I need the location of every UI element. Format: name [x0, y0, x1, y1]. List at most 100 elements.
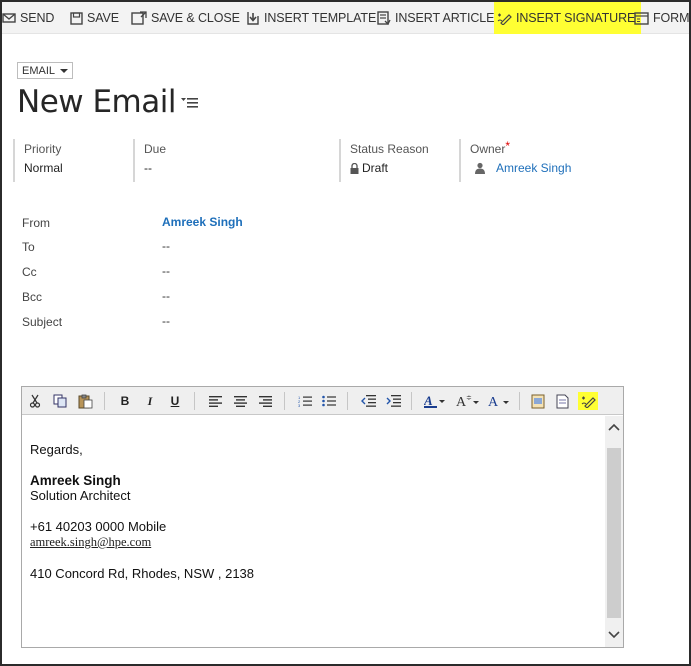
- editor-toolbar: B I U 123 A A ≑ A: [22, 387, 623, 415]
- copy-button[interactable]: [52, 392, 68, 410]
- align-right-button[interactable]: [258, 392, 272, 410]
- insert-image-icon: [531, 394, 545, 408]
- svg-text:3: 3: [298, 403, 301, 407]
- scrollbar-thumb[interactable]: [607, 448, 621, 618]
- align-left-button[interactable]: [208, 392, 222, 410]
- insert-signature-icon: [497, 13, 512, 25]
- save-close-icon: [131, 11, 147, 25]
- toolbar-separator: [284, 392, 285, 410]
- send-button[interactable]: SEND: [2, 2, 54, 34]
- page-title: New Email: [17, 84, 176, 120]
- form-menu-icon[interactable]: [181, 97, 199, 109]
- insert-image-button[interactable]: [530, 392, 546, 410]
- bcc-field[interactable]: --: [162, 289, 170, 303]
- italic-button[interactable]: I: [143, 392, 157, 410]
- insert-template-icon: [247, 11, 259, 25]
- command-bar: SEND SAVE SAVE & CLOSE INSERT TEMPLATE I…: [2, 2, 690, 34]
- bold-button[interactable]: B: [118, 392, 132, 410]
- insert-signature-label: INSERT SIGNATURE: [516, 11, 636, 25]
- lock-icon: [350, 162, 359, 174]
- signature-role: Solution Architect: [30, 488, 131, 503]
- from-label: From: [22, 216, 50, 230]
- scroll-up-arrow[interactable]: [605, 418, 623, 436]
- toolbar-separator: [194, 392, 195, 410]
- font-color-icon: A: [488, 395, 509, 408]
- paste-icon: [78, 394, 92, 408]
- status-reason-field: Status Reason Draft: [339, 139, 449, 182]
- scroll-down-arrow[interactable]: [605, 626, 623, 644]
- email-body-text-area[interactable]: Regards, Amreek Singh Solution Architect…: [22, 416, 605, 647]
- owner-link[interactable]: Amreek Singh: [496, 161, 571, 175]
- signature-address: 410 Concord Rd, Rhodes, NSW , 2138: [30, 566, 255, 581]
- form-button[interactable]: FORM: [634, 2, 690, 34]
- paste-button[interactable]: [76, 392, 94, 410]
- underline-button[interactable]: U: [168, 392, 182, 410]
- cut-button[interactable]: [27, 392, 43, 410]
- signature-email-link[interactable]: amreek.singh@hpe.com: [30, 535, 151, 550]
- signature-icon: [581, 396, 596, 408]
- decrease-indent-button[interactable]: [360, 392, 376, 410]
- align-center-button[interactable]: [233, 392, 247, 410]
- owner-field[interactable]: Owner* Amreek Singh: [459, 139, 579, 182]
- to-label: To: [22, 240, 35, 254]
- bulleted-list-button[interactable]: [321, 392, 336, 410]
- save-button[interactable]: SAVE: [70, 2, 119, 34]
- align-left-icon: [208, 395, 222, 407]
- insert-article-label: INSERT ARTICLE: [395, 11, 495, 25]
- numbered-list-button[interactable]: 123: [297, 392, 312, 410]
- insert-article-icon: [377, 10, 391, 25]
- priority-label: Priority: [24, 142, 62, 156]
- priority-field[interactable]: Priority Normal: [13, 139, 123, 182]
- insert-article-button[interactable]: INSERT ARTICLE: [376, 2, 494, 34]
- scissors-icon: [29, 394, 41, 408]
- form-label: FORM: [653, 11, 690, 25]
- font-size-icon: A ≑: [456, 395, 479, 408]
- highlight-color-icon: A: [424, 394, 445, 408]
- signature-phone: +61 40203 0000 Mobile: [30, 519, 167, 534]
- insert-signature-toolbar-button[interactable]: [578, 392, 598, 410]
- save-close-label: SAVE & CLOSE: [151, 11, 240, 25]
- indent-icon: [386, 395, 401, 407]
- toolbar-separator: [411, 392, 412, 410]
- owner-label-row: Owner*: [470, 139, 579, 156]
- insert-template-button[interactable]: INSERT TEMPLATE: [245, 2, 376, 34]
- font-color-button[interactable]: A: [487, 392, 511, 410]
- send-label: SEND: [20, 11, 55, 25]
- save-close-button[interactable]: SAVE & CLOSE: [131, 2, 240, 34]
- font-size-button[interactable]: A ≑: [455, 392, 481, 410]
- insert-template-label: INSERT TEMPLATE: [264, 11, 377, 25]
- owner-value-row: Amreek Singh: [470, 161, 579, 175]
- svg-text:≑: ≑: [466, 395, 472, 402]
- increase-indent-button[interactable]: [385, 392, 401, 410]
- document-icon: [556, 394, 568, 408]
- align-center-icon: [233, 395, 247, 407]
- chevron-up-icon: [608, 423, 620, 431]
- cc-field[interactable]: --: [162, 264, 170, 278]
- from-value[interactable]: Amreek Singh: [162, 215, 243, 229]
- toolbar-separator: [519, 392, 520, 410]
- insert-signature-button[interactable]: INSERT SIGNATURE: [494, 2, 642, 34]
- subject-field[interactable]: --: [162, 314, 170, 328]
- priority-value: Normal: [24, 161, 63, 175]
- due-field[interactable]: Due --: [133, 139, 323, 182]
- insert-page-button[interactable]: [554, 392, 570, 410]
- record-type-selector[interactable]: EMAIL: [17, 62, 74, 79]
- cc-label: Cc: [22, 265, 37, 279]
- user-icon: [475, 162, 485, 174]
- status-reason-value-row: Draft: [350, 161, 449, 175]
- signature-greeting: Regards,: [30, 442, 83, 457]
- to-field[interactable]: --: [162, 239, 170, 253]
- form-icon: [634, 11, 649, 25]
- bulleted-list-icon: [321, 395, 336, 407]
- copy-icon: [53, 394, 67, 408]
- outdent-icon: [360, 395, 376, 407]
- status-reason-label: Status Reason: [350, 142, 429, 156]
- numbered-list-icon: 123: [298, 395, 312, 407]
- align-right-icon: [258, 395, 272, 407]
- due-value: --: [144, 161, 152, 175]
- owner-label: Owner: [470, 142, 506, 156]
- editor-scrollbar[interactable]: [605, 416, 623, 647]
- toolbar-separator: [347, 392, 348, 410]
- bcc-label: Bcc: [22, 290, 43, 304]
- highlight-color-button[interactable]: A: [423, 392, 447, 410]
